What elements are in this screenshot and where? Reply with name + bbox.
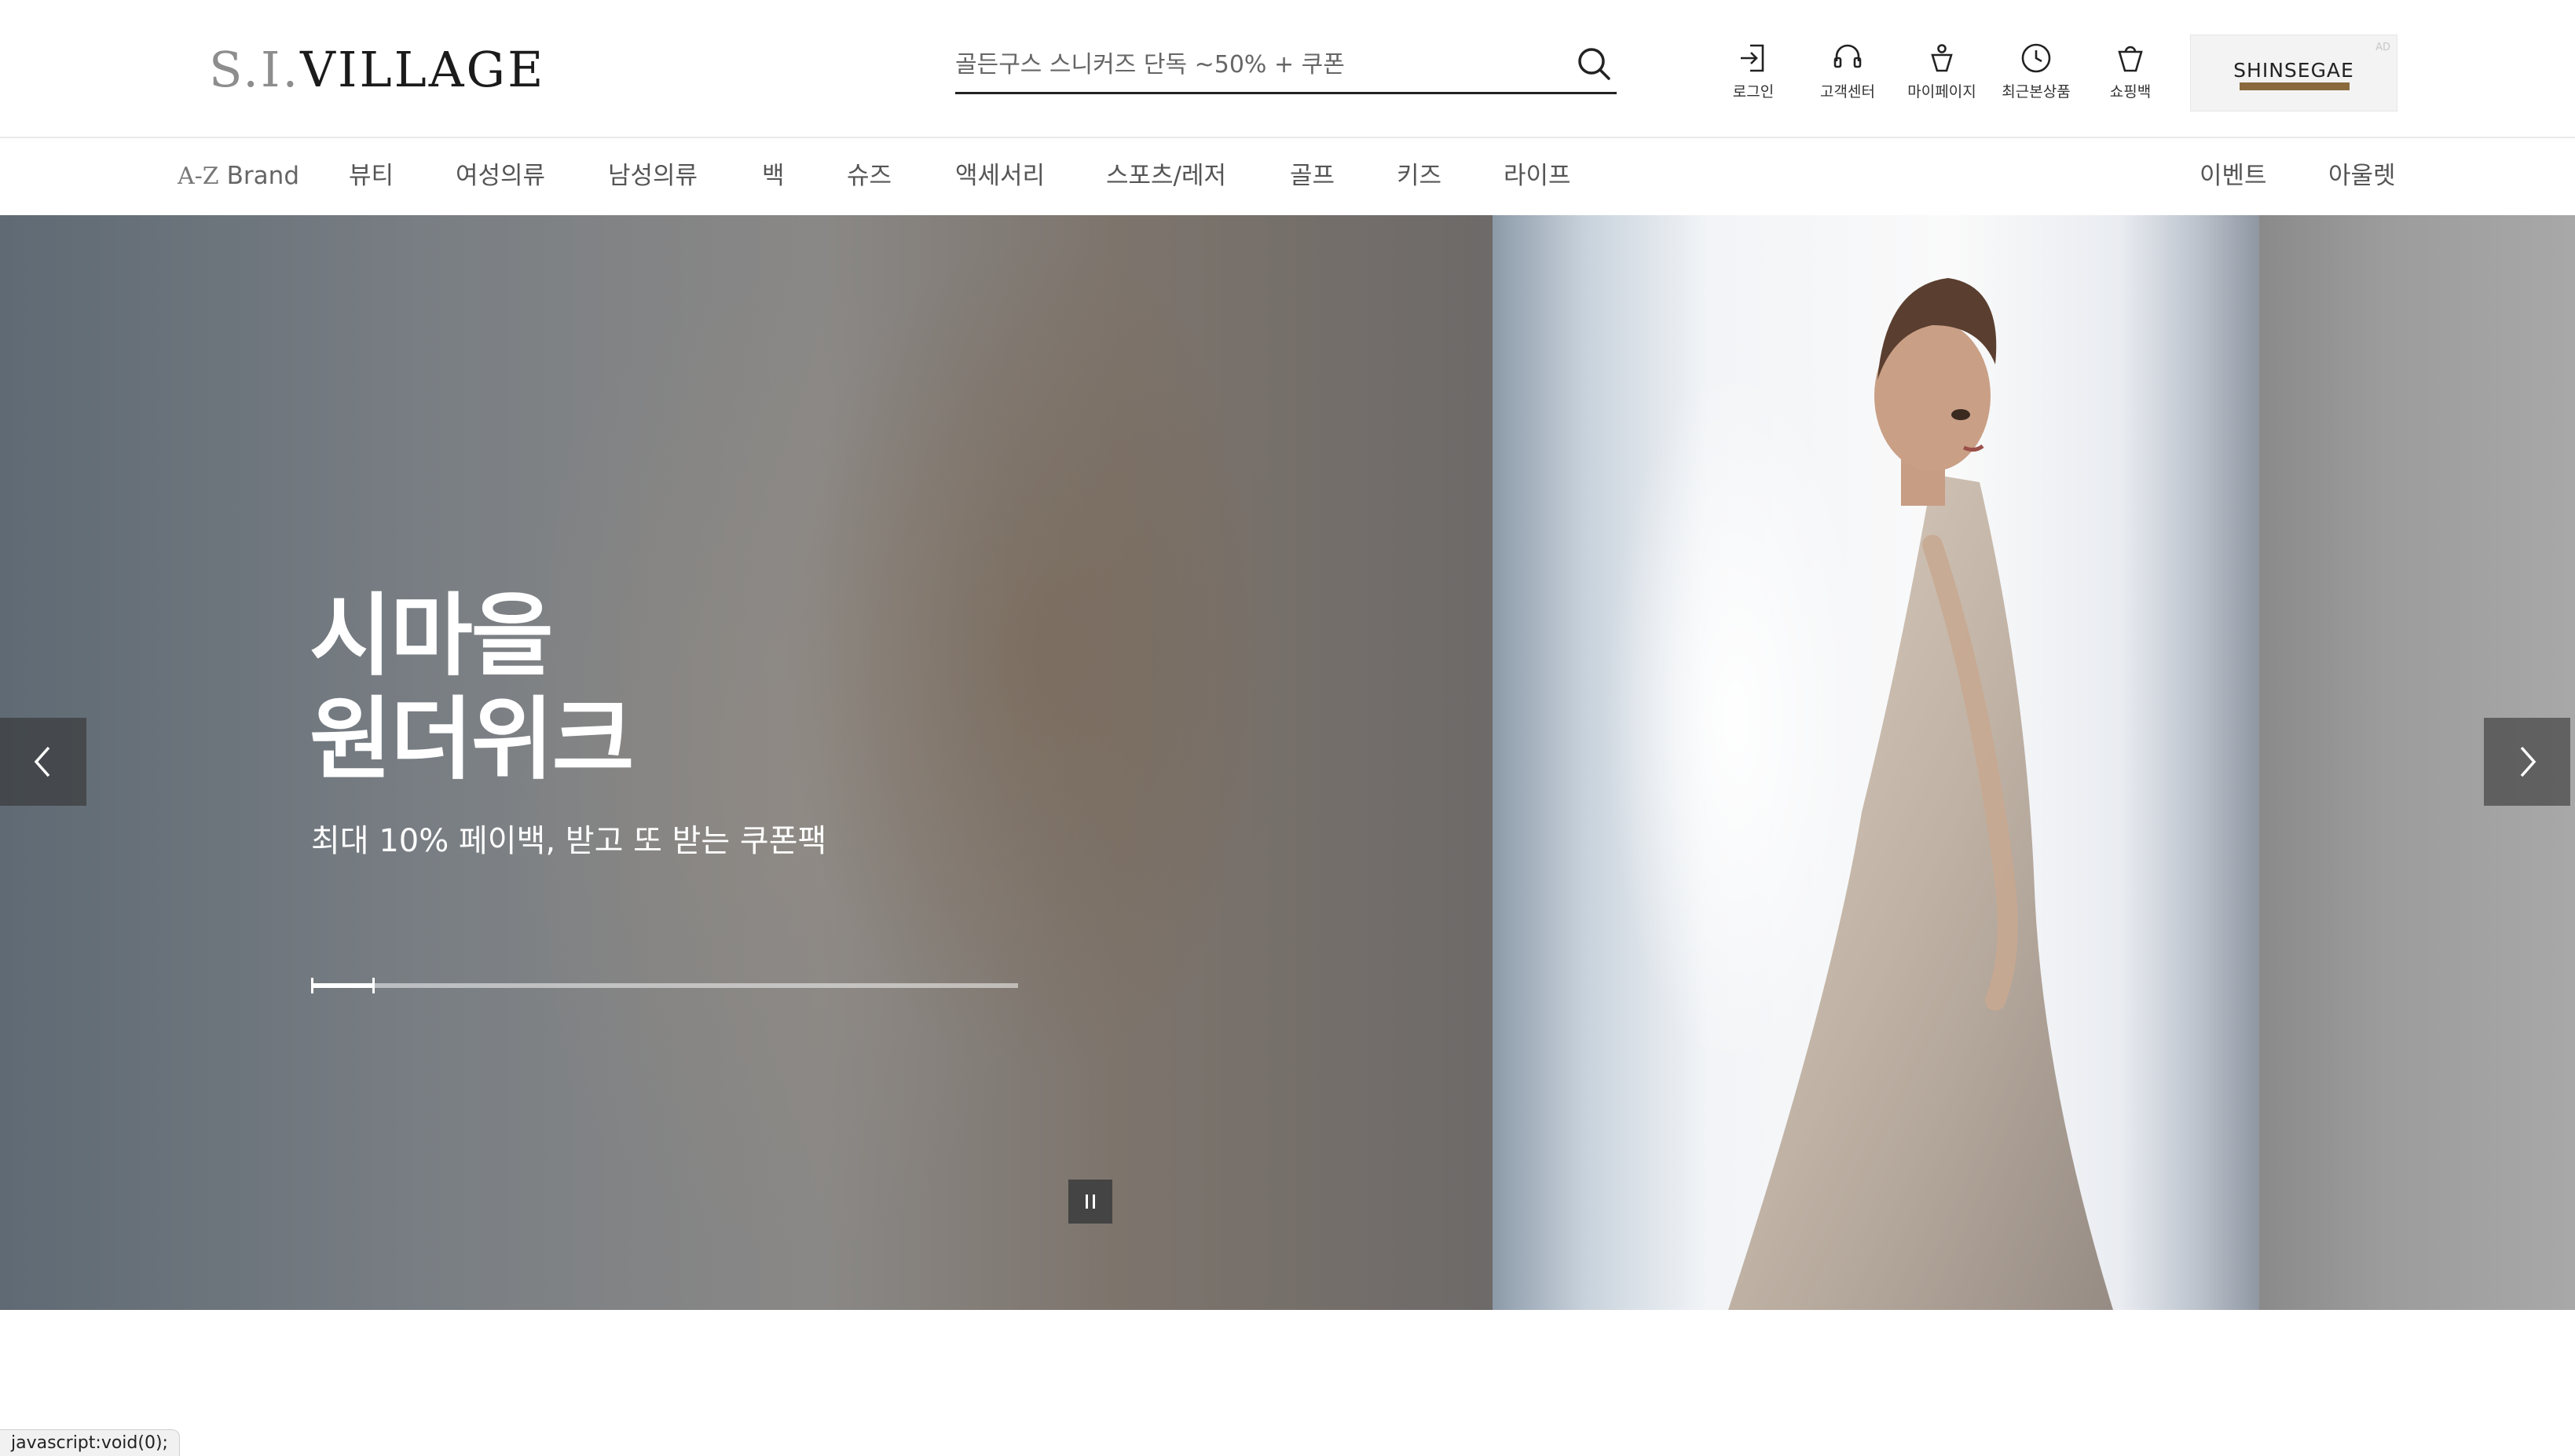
- shopping-bag-label: 쇼핑백: [2109, 83, 2152, 101]
- chevron-left-icon: [34, 746, 50, 777]
- pause-icon: [1086, 1194, 1095, 1209]
- hero-model-image[interactable]: [1493, 215, 2259, 1310]
- hero-background-blur: [0, 215, 1493, 1310]
- shinsegae-ad-banner[interactable]: AD SHINSEGAE: [2190, 35, 2397, 112]
- progress-start-tick: [311, 978, 313, 993]
- hero-carousel[interactable]: 시마을 원더위크 최대 10% 페이백, 받고 또 받는 쿠폰팩: [0, 215, 2575, 1310]
- slide-progress-bar[interactable]: [311, 978, 1018, 993]
- progress-end-tick: [372, 978, 375, 993]
- logo-prefix: S.I.: [209, 41, 301, 98]
- ad-logo-bar: [2240, 82, 2350, 90]
- shopping-bag-icon: [2118, 46, 2143, 72]
- nav-brand[interactable]: A-Z Brand: [178, 155, 299, 196]
- headset-icon: [1833, 44, 1862, 68]
- nav-women[interactable]: 여성의류: [456, 155, 545, 196]
- login-link[interactable]: 로그인: [1706, 41, 1800, 107]
- hero-title-line1: 시마을: [310, 583, 554, 688]
- mypage-link[interactable]: 마이페이지: [1895, 41, 1989, 107]
- chevron-right-icon: [2520, 746, 2537, 777]
- az-icon: A-Z: [178, 163, 219, 190]
- hero-title: 시마을 원더위크: [310, 583, 635, 792]
- browser-status-bar: javascript:void(0);: [0, 1429, 180, 1456]
- nav-golf[interactable]: 골프: [1290, 155, 1335, 196]
- search-input[interactable]: [955, 39, 1552, 90]
- nav-shoes[interactable]: 슈즈: [847, 155, 892, 196]
- main-nav: A-Z Brand 뷰티 여성의류 남성의류 백 슈즈 액세서리 스포츠/레저 골…: [0, 140, 2575, 215]
- model-figure: [1728, 278, 2113, 1310]
- customer-center-label: 고객센터: [1820, 83, 1875, 101]
- recent-products-label: 최근본상품: [2002, 83, 2071, 101]
- customer-center-link[interactable]: 고객센터: [1800, 41, 1895, 107]
- search-button[interactable]: [1573, 44, 1617, 85]
- search-bar: [955, 39, 1617, 94]
- nav-men[interactable]: 남성의류: [608, 155, 698, 196]
- nav-sports[interactable]: 스포츠/레저: [1106, 155, 1226, 196]
- mypage-icon: [1931, 44, 1953, 72]
- nav-event[interactable]: 이벤트: [2200, 155, 2267, 196]
- clock-icon: [2021, 43, 2051, 73]
- nav-brand-label: Brand: [226, 162, 299, 190]
- recent-products-link[interactable]: 최근본상품: [1989, 41, 2083, 107]
- nav-kids[interactable]: 키즈: [1397, 155, 1441, 196]
- pause-button[interactable]: [1068, 1180, 1112, 1224]
- ad-label: AD: [2375, 42, 2390, 53]
- logo-name: VILLAGE: [300, 41, 546, 98]
- shopping-bag-link[interactable]: 쇼핑백: [2083, 41, 2178, 107]
- slide-progress-fill: [311, 983, 375, 988]
- login-label: 로그인: [1732, 83, 1775, 101]
- nav-beauty[interactable]: 뷰티: [349, 155, 394, 196]
- page: S.I.VILLAGE 로그인 고객센터: [0, 0, 2575, 1456]
- nav-accessories[interactable]: 액세서리: [955, 155, 1045, 196]
- hero-subtitle: 최대 10% 페이백, 받고 또 받는 쿠폰팩: [311, 823, 827, 859]
- ad-brand-name: SHINSEGAE: [2233, 59, 2354, 82]
- nav-bags[interactable]: 백: [762, 155, 785, 196]
- search-icon: [1578, 48, 1610, 80]
- prev-slide-button[interactable]: [0, 718, 86, 806]
- hero-title-line2: 원더위크: [310, 687, 635, 792]
- next-slide-button[interactable]: [2484, 718, 2570, 806]
- nav-life[interactable]: 라이프: [1504, 155, 1571, 196]
- mypage-label: 마이페이지: [1907, 83, 1976, 101]
- site-logo[interactable]: S.I.VILLAGE: [209, 42, 545, 97]
- login-icon: [1741, 44, 1764, 72]
- header: S.I.VILLAGE 로그인 고객센터: [0, 0, 2575, 138]
- nav-outlet[interactable]: 아울렛: [2328, 155, 2396, 196]
